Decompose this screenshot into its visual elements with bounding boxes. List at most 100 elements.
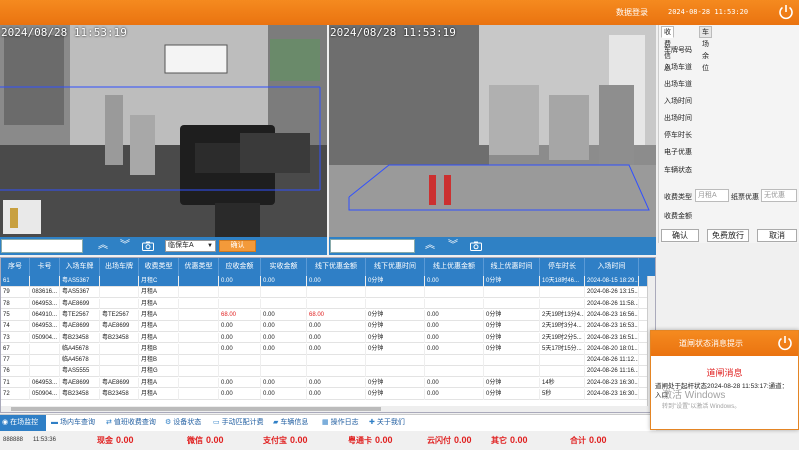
table-row[interactable]: 71 064953... 粤AE8699 粤AE8699 月租A 0.00 0.00 0.00… [1, 377, 649, 389]
table-row[interactable]: 61 粤AS5367 月租C 0.00 0.00 0.00 0分钟 0.00 0分钟 10天18时… [1, 276, 649, 287]
chevron-up-icon[interactable]: ︽ [425, 240, 435, 252]
table-cell: 0分钟 [484, 332, 540, 344]
login-user[interactable]: 数据登录 [616, 7, 648, 18]
table-cell: 0.00 [261, 309, 307, 321]
horizontal-scrollbar[interactable] [1, 406, 649, 412]
table-cell: 71 [1, 377, 30, 389]
column-header[interactable]: 卡号 [30, 258, 60, 276]
table-cell: 2024-08-23 16:30... [585, 377, 639, 389]
table-cell: 2024-08-23 16:51... [585, 332, 639, 344]
table-row[interactable]: 76 粤AS5555 月租G 2024-08-26 11:16... [1, 366, 649, 378]
table-cell: 064953... [30, 377, 60, 389]
table-cell: 0.00 [425, 276, 484, 287]
field-entry-lane: 入场车道 [664, 64, 692, 71]
column-header[interactable]: 序号 [1, 258, 30, 276]
table-cell [179, 343, 219, 355]
popup-title: 道闸消息 [706, 368, 743, 378]
fee-type-select[interactable]: 月租A [695, 189, 729, 202]
nav-device-status[interactable]: ⚙ 设备状态 [163, 415, 209, 431]
nav-vehicle-query[interactable]: ▬ 场内车查询 [49, 415, 101, 431]
column-header[interactable]: 出场车牌 [100, 258, 139, 276]
table-cell: 2024-08-23 16:56... [585, 309, 639, 321]
table-cell [179, 321, 219, 332]
cancel-button[interactable]: 取消 [757, 229, 797, 242]
table-cell: 0.00 [307, 343, 366, 355]
camera-view-exit: 2024/08/28 11:53:19 [329, 25, 656, 237]
car-icon: ▰ [273, 419, 279, 426]
table-cell [540, 298, 585, 310]
table-cell [100, 298, 139, 310]
discount-select[interactable]: 无优惠 [761, 189, 797, 202]
table-cell: 月租A [139, 332, 179, 344]
tab-fee-info[interactable]: 收费信息 [661, 26, 674, 72]
column-header[interactable]: 线下优惠金额 [307, 258, 366, 276]
table-cell: 0分钟 [484, 343, 540, 355]
table-row[interactable]: 79 083616... 粤AS5367 月租A 2024-08-26 13:15... [1, 287, 649, 299]
table-cell [100, 276, 139, 287]
gear-icon: ⚙ [165, 419, 172, 426]
nav-about[interactable]: ✚ 关于我们 [367, 415, 413, 431]
nav-operation-log[interactable]: ▦ 操作日志 [320, 415, 364, 431]
column-header[interactable]: 应收金额 [219, 258, 261, 276]
table-row[interactable]: 74 064953... 粤AE8699 粤AE8699 月租A 0.00 0.00 0.00… [1, 321, 649, 332]
nav-manual-billing[interactable]: ▭ 手动匹配计费 [211, 415, 268, 431]
column-header[interactable]: 收费类型 [139, 258, 179, 276]
sum-yuetong: 粤通卡 0.00 [348, 435, 393, 445]
nav-monitor[interactable]: ◉ 在场监控 [0, 415, 46, 431]
column-header[interactable]: 实收金额 [261, 258, 307, 276]
table-cell: 2024-08-26 11:58... [585, 298, 639, 310]
confirm-charge-button[interactable]: 确认 [661, 229, 699, 242]
plate-display [1, 239, 83, 253]
table-row[interactable]: 77 临A45678 月租B 2024-08-26 11:12... [1, 355, 649, 366]
table-cell: 粤B23458 [100, 332, 139, 344]
table-cell: 72 [1, 389, 30, 400]
table-cell: 064910... [30, 309, 60, 321]
table-cell [484, 298, 540, 310]
table-cell [484, 287, 540, 299]
column-header[interactable]: 线上优惠时间 [484, 258, 540, 276]
table-row[interactable]: 67 临A45678 月租B 0.00 0.00 0.00 0分钟 0.00 0分钟 5天17时1… [1, 343, 649, 355]
chevron-down-icon[interactable]: ︾ [448, 240, 458, 252]
column-header[interactable]: 入场车牌 [60, 258, 100, 276]
power-icon[interactable] [776, 2, 796, 22]
bottom-nav: ◉ 在场监控 ▬ 场内车查询 ⇄ 值班收费查询 ⚙ 设备状态 ▭ 手动匹配计费 ▰ 车辆信息… [0, 414, 656, 431]
chevron-down-icon[interactable]: ︾ [120, 240, 130, 252]
free-release-button[interactable]: 免费放行 [707, 229, 749, 242]
table-cell: 粤AE8699 [60, 321, 100, 332]
table-cell: 0.00 [261, 276, 307, 287]
table-row[interactable]: 72 050904... 粤B23458 粤B23458 月租A 0.00 0.00 0.00… [1, 389, 649, 400]
table-cell [366, 298, 425, 310]
table-cell: 0.00 [219, 389, 261, 400]
camera-icon[interactable] [470, 241, 482, 251]
table-row[interactable]: 75 064910... 粤TE2567 粤TE2567 月租A 68.00 0.00 68.… [1, 309, 649, 321]
table-cell [100, 343, 139, 355]
column-header[interactable]: 优惠类型 [179, 258, 219, 276]
field-plate: 车牌号码 [664, 47, 692, 54]
table-cell: 0分钟 [366, 389, 425, 400]
chevron-up-icon[interactable]: ︽ [98, 240, 108, 252]
table-cell: 2天19时13分4... [540, 309, 585, 321]
column-header[interactable]: 线下优惠时间 [366, 258, 425, 276]
header-clock: 2024-08-28 11:53:20 [668, 8, 749, 16]
column-header[interactable]: 线上优惠金额 [425, 258, 484, 276]
table-cell: 61 [1, 276, 30, 287]
table-row[interactable]: 78 064953... 粤AE8699 月租A 2024-08-26 11:58... [1, 298, 649, 310]
confirm-button[interactable]: 确认 [219, 240, 256, 252]
nav-duty-query[interactable]: ⇄ 值班收费查询 [104, 415, 161, 431]
tab-parking-spaces[interactable]: 车场余位 [699, 26, 712, 72]
camera-icon[interactable] [142, 241, 154, 251]
sum-other: 其它 0.00 [491, 435, 528, 445]
sum-unionpay: 云闪付 0.00 [427, 435, 472, 445]
table-cell: 0.00 [261, 343, 307, 355]
table-row[interactable]: 73 050904... 粤B23458 粤B23458 月租A 0.00 0.00 0.00… [1, 332, 649, 344]
nav-vehicle-info[interactable]: ▰ 车辆信息 [271, 415, 317, 431]
column-header[interactable]: 停车时长 [540, 258, 585, 276]
table-cell: 粤AS5555 [60, 366, 100, 378]
power-icon[interactable] [775, 333, 795, 353]
table-cell: 0.00 [261, 332, 307, 344]
table-header: 序号 卡号 入场车牌 出场车牌 收费类型 优惠类型 应收金额 实收金额 线下优惠金额 线下优惠时间… [1, 258, 655, 276]
vehicle-type-select[interactable]: 临保车A ▼ [165, 240, 216, 252]
table-cell [219, 355, 261, 366]
table-cell: 75 [1, 309, 30, 321]
column-header[interactable]: 入场时间 [585, 258, 639, 276]
